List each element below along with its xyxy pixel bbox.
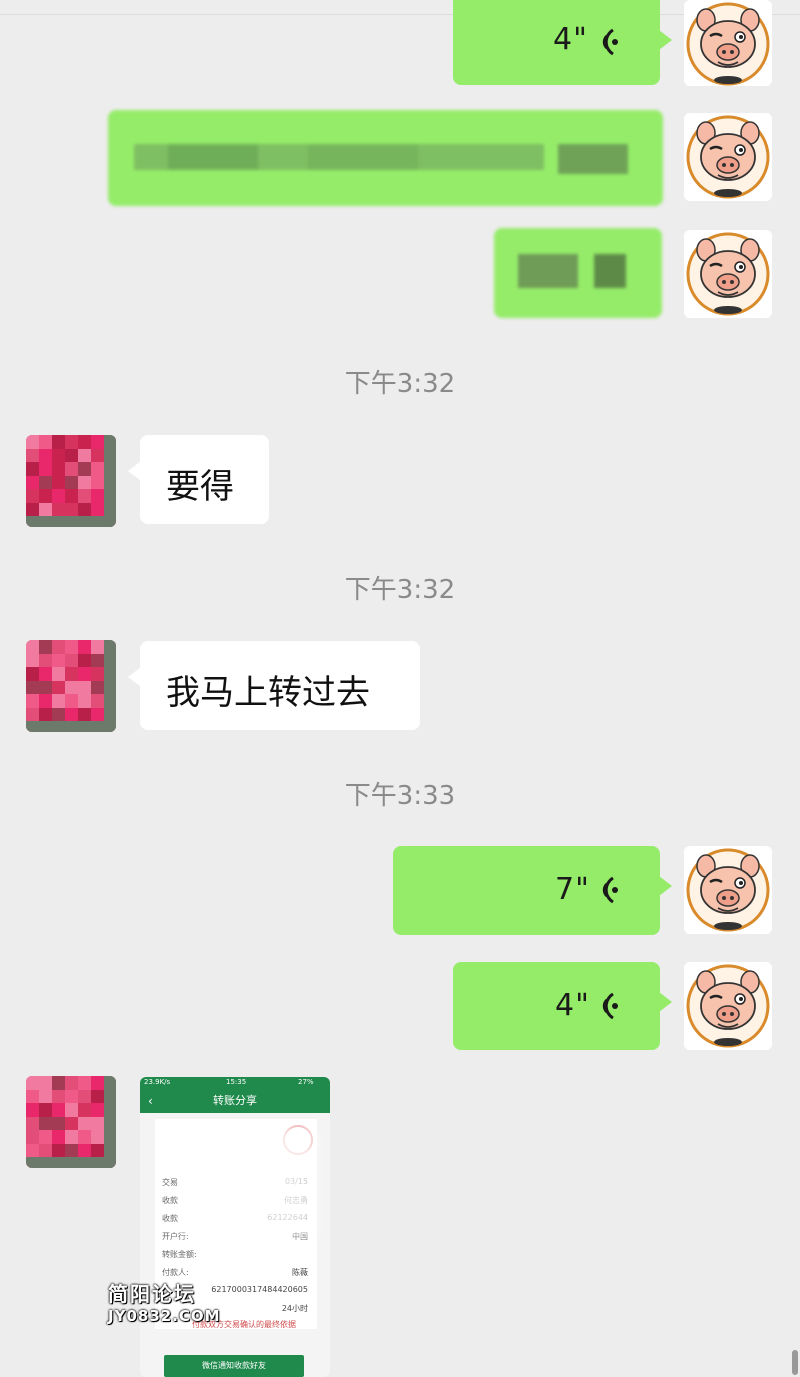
- transfer-screenshot-image[interactable]: 23.9K/s 15:35 27% ‹ 转账分享 交易03/15收款何志勇收款6…: [140, 1077, 330, 1377]
- screenshot-notify-button: 微信通知收款好友: [164, 1355, 304, 1377]
- screenshot-row-label: 付款人:: [162, 1268, 189, 1277]
- screenshot-title: 转账分享: [213, 1094, 257, 1107]
- my-avatar[interactable]: [684, 846, 772, 934]
- timestamp: 下午3:33: [344, 781, 456, 811]
- my-avatar[interactable]: [684, 113, 772, 201]
- top-divider: [0, 14, 800, 15]
- forum-watermark: 简阳论坛 JY0832.COM: [108, 1278, 221, 1325]
- screenshot-row-value: 6217000317484420605: [211, 1285, 308, 1294]
- voice-message-bubble[interactable]: 7": [393, 846, 672, 935]
- pig-cartoon-icon: [686, 848, 770, 932]
- back-arrow-icon: ‹: [148, 1094, 153, 1108]
- pig-cartoon-icon: [686, 2, 770, 86]
- watermark-line1: 简阳论坛: [108, 1282, 196, 1306]
- pixelated-message-bubble[interactable]: [494, 228, 662, 318]
- voice-duration: 4": [555, 988, 590, 1023]
- screenshot-title-bar: ‹ 转账分享: [140, 1089, 330, 1113]
- pig-cartoon-icon: [686, 115, 770, 199]
- contact-avatar[interactable]: [26, 435, 116, 527]
- voice-message-bubble[interactable]: 4": [453, 962, 672, 1050]
- scrollbar[interactable]: [792, 1350, 798, 1375]
- my-avatar[interactable]: [684, 962, 772, 1050]
- pig-cartoon-icon: [686, 232, 770, 316]
- timestamp: 下午3:32: [344, 575, 456, 605]
- my-avatar[interactable]: [684, 0, 772, 86]
- status-speed: 23.9K/s: [144, 1078, 171, 1086]
- screenshot-row-label: 收款: [162, 1214, 178, 1223]
- message-text: 我马上转过去: [166, 673, 370, 713]
- received-message-bubble[interactable]: 我马上转过去: [128, 641, 420, 730]
- screenshot-row-label: 收款: [162, 1196, 178, 1205]
- voice-wave-icon: [602, 876, 618, 904]
- my-avatar[interactable]: [684, 230, 772, 318]
- contact-avatar[interactable]: [26, 1076, 116, 1168]
- screenshot-status-bar: 23.9K/s 15:35 27%: [140, 1077, 330, 1089]
- status-time: 15:35: [226, 1078, 247, 1086]
- pixelated-message-bubble[interactable]: [108, 110, 663, 206]
- voice-message-bubble[interactable]: 4": [453, 0, 672, 85]
- voice-wave-icon: [602, 992, 618, 1020]
- voice-duration: 7": [555, 872, 590, 907]
- contact-avatar[interactable]: [26, 640, 116, 732]
- message-text: 要得: [166, 467, 234, 507]
- received-message-bubble[interactable]: 要得: [128, 435, 269, 524]
- watermark-line2: JY0832.COM: [108, 1307, 221, 1325]
- status-battery: 27%: [298, 1078, 314, 1086]
- timestamp: 下午3:32: [344, 369, 456, 399]
- pig-cartoon-icon: [686, 964, 770, 1048]
- voice-duration: 4": [553, 22, 588, 57]
- screenshot-row-label: 转账金额:: [162, 1250, 197, 1259]
- voice-wave-icon: [602, 28, 618, 56]
- screenshot-row-value: 24小时: [281, 1304, 308, 1313]
- screenshot-row-label: 交易: [162, 1178, 178, 1187]
- screenshot-row-value: 陈薇: [292, 1268, 308, 1277]
